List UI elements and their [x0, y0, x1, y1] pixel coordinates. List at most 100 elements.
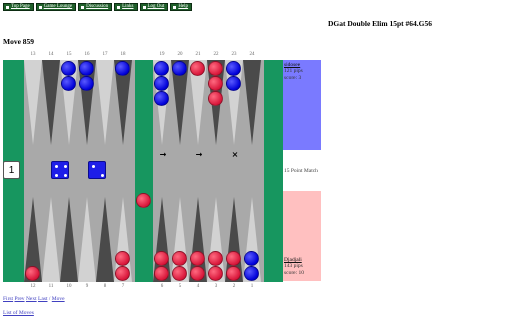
point-number-top: 19 [159, 52, 165, 57]
point-number-bottom: 11 [48, 284, 54, 289]
red-checker[interactable] [115, 251, 130, 266]
red-checker[interactable] [208, 251, 223, 266]
blue-checker[interactable] [61, 61, 76, 76]
point-number-bottom: 3 [214, 284, 218, 289]
list-of-moves-row: List of Moves [3, 310, 34, 316]
move-marker: × [231, 150, 239, 159]
nav-links-button[interactable]: Links [114, 3, 138, 11]
red-checker[interactable] [208, 76, 223, 91]
nav-discussion-label: Discussion [86, 4, 109, 9]
move-link[interactable]: Move [52, 296, 65, 302]
point-number-bottom: 10 [66, 284, 72, 289]
blue-player-score: score: 3 [284, 75, 302, 81]
bullet-icon [142, 5, 146, 9]
red-checker[interactable] [190, 61, 205, 76]
bullet-icon [81, 5, 85, 9]
nav-log-out-label: Log Out [147, 4, 165, 9]
red-player-score: score: 10 [284, 270, 305, 276]
red-checker[interactable] [226, 266, 241, 281]
point-number-top: 18 [120, 52, 126, 57]
red-checker[interactable] [208, 266, 223, 281]
blue-checker[interactable] [61, 76, 76, 91]
bullet-icon [117, 5, 121, 9]
bullet-icon [6, 5, 9, 9]
nav-game-lounge-label: Game Lounge [43, 4, 73, 9]
blue-checker[interactable] [154, 61, 169, 76]
blue-checker[interactable] [244, 266, 259, 281]
red-checker[interactable] [208, 61, 223, 76]
blue-checker[interactable] [79, 76, 94, 91]
point-number-bottom: 12 [30, 284, 36, 289]
point-number-top: 17 [102, 52, 108, 57]
point-number-bottom: 1 [250, 284, 254, 289]
nav-help-label: Help [178, 4, 189, 9]
nav-top-page-button[interactable]: Top Page [3, 3, 34, 11]
point-number-top: 15 [66, 52, 72, 57]
red-checker[interactable] [190, 251, 205, 266]
red-checker[interactable] [154, 266, 169, 281]
move-marker: → [195, 150, 203, 159]
move-navigation: First Prev Next Last / Move [3, 296, 65, 302]
blue-checker[interactable] [226, 76, 241, 91]
red-player-pips: 143 pips [284, 263, 303, 269]
point-number-top: 13 [30, 52, 36, 57]
blue-player-pips: 121 pips [284, 68, 303, 74]
nav-top-page-label: Top Page [11, 4, 30, 9]
blue-checker[interactable] [154, 76, 169, 91]
move-title: Move 859 [3, 37, 35, 46]
blue-checker[interactable] [79, 61, 94, 76]
point-number-bottom: 5 [178, 284, 182, 289]
die-pip [55, 174, 58, 177]
red-checker[interactable] [208, 91, 223, 106]
point-number-bottom: 6 [160, 284, 164, 289]
point-number-top: 21 [195, 52, 201, 57]
red-player-panel: Djadjali 143 pips score: 10 [283, 191, 321, 281]
last-link[interactable]: Last [38, 296, 47, 302]
bullet-icon [38, 5, 42, 9]
list-of-moves-link[interactable]: List of Moves [3, 310, 34, 316]
die-pip [92, 165, 95, 168]
nav-help-button[interactable]: Help [170, 3, 193, 11]
nav-links-label: Links [122, 4, 134, 9]
blue-checker[interactable] [115, 61, 130, 76]
prev-link[interactable]: Prev [14, 296, 24, 302]
next-link[interactable]: Next [26, 296, 37, 302]
bullet-icon [173, 5, 177, 9]
red-checker[interactable] [172, 251, 187, 266]
red-checker[interactable] [172, 266, 187, 281]
red-checker[interactable] [154, 251, 169, 266]
die-pip [64, 165, 67, 168]
point-number-top: 16 [84, 52, 90, 57]
top-nav: Top Page Game Lounge Discussion Links Log Ou… [3, 3, 193, 11]
die-pip [101, 174, 104, 177]
die-pip [55, 165, 58, 168]
point-number-bottom: 4 [196, 284, 200, 289]
match-title: DGat Double Elim 15pt #64.G56 [328, 19, 432, 28]
red-checker[interactable] [115, 266, 130, 281]
point-number-bottom: 7 [121, 284, 125, 289]
red-checker[interactable] [226, 251, 241, 266]
point-number-bottom: 2 [232, 284, 236, 289]
nav-game-lounge-button[interactable]: Game Lounge [35, 3, 77, 11]
match-length: 15 Point Match [284, 168, 318, 174]
die [88, 161, 106, 179]
point-number-bottom: 9 [85, 284, 89, 289]
blue-checker[interactable] [226, 61, 241, 76]
link-separator: / [48, 296, 51, 302]
nav-discussion-button[interactable]: Discussion [78, 3, 113, 11]
blue-checker[interactable] [154, 91, 169, 106]
red-checker[interactable] [190, 266, 205, 281]
red-checker[interactable] [136, 193, 151, 208]
doubling-cube[interactable]: 1 [3, 161, 20, 179]
die [51, 161, 69, 179]
point-number-top: 22 [213, 52, 219, 57]
red-checker[interactable] [25, 266, 40, 281]
move-marker: → [159, 150, 167, 159]
blue-checker[interactable] [172, 61, 187, 76]
blue-checker[interactable] [244, 251, 259, 266]
nav-log-out-button[interactable]: Log Out [139, 3, 169, 11]
first-link[interactable]: First [3, 296, 13, 302]
point-number-bottom: 8 [103, 284, 107, 289]
point-number-top: 20 [177, 52, 183, 57]
point-number-top: 23 [231, 52, 237, 57]
